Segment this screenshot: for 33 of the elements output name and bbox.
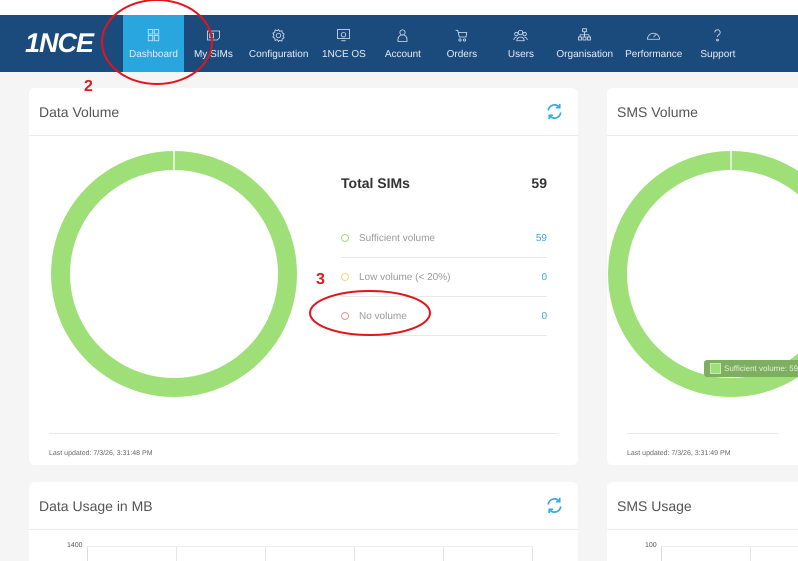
legend-label: Low volume (< 20%) [359, 272, 452, 282]
nav-tab[interactable]: 1NCE OS [314, 15, 374, 72]
nav-tab[interactable]: Support [688, 15, 748, 72]
nav-tab[interactable]: Account [373, 15, 432, 72]
annotation-number: 3 [316, 271, 325, 288]
legend-label: Sufficient volume [359, 232, 436, 244]
users-icon [513, 28, 528, 42]
refresh-icon[interactable] [545, 496, 564, 515]
card-title: Data Usage in MB [39, 498, 153, 514]
card-title: SMS Usage [617, 498, 692, 514]
refresh-icon[interactable] [545, 102, 564, 121]
total-label: Total SIMs [341, 175, 410, 191]
annotation-number: 2 [84, 78, 93, 95]
cart-icon [454, 28, 470, 42]
nav-tab[interactable]: Performance [619, 15, 688, 72]
monitor-icon [336, 28, 352, 42]
nav-tab[interactable]: Users [491, 15, 550, 72]
brand-logo: 1NCE [25, 28, 96, 59]
nav-tab[interactable]: Configuration [242, 15, 314, 72]
nav-tab[interactable]: My SIMs [184, 15, 243, 72]
hierarchy-icon [577, 28, 592, 42]
sim-card-icon [206, 28, 221, 42]
card-title: Data Volume [39, 104, 120, 120]
person-icon [395, 28, 410, 42]
total-value: 59 [531, 175, 547, 191]
legend-swatch [710, 363, 721, 374]
gear-icon [271, 28, 286, 42]
nav-tab[interactable]: Orders [432, 15, 492, 72]
nav-tab[interactable]: Organisation [550, 15, 620, 72]
grid-icon [146, 28, 161, 42]
legend-label: No volume [359, 310, 408, 322]
tooltip-text: Sufficient volume: 59 [724, 364, 798, 373]
card-title: SMS Volume [617, 104, 698, 120]
